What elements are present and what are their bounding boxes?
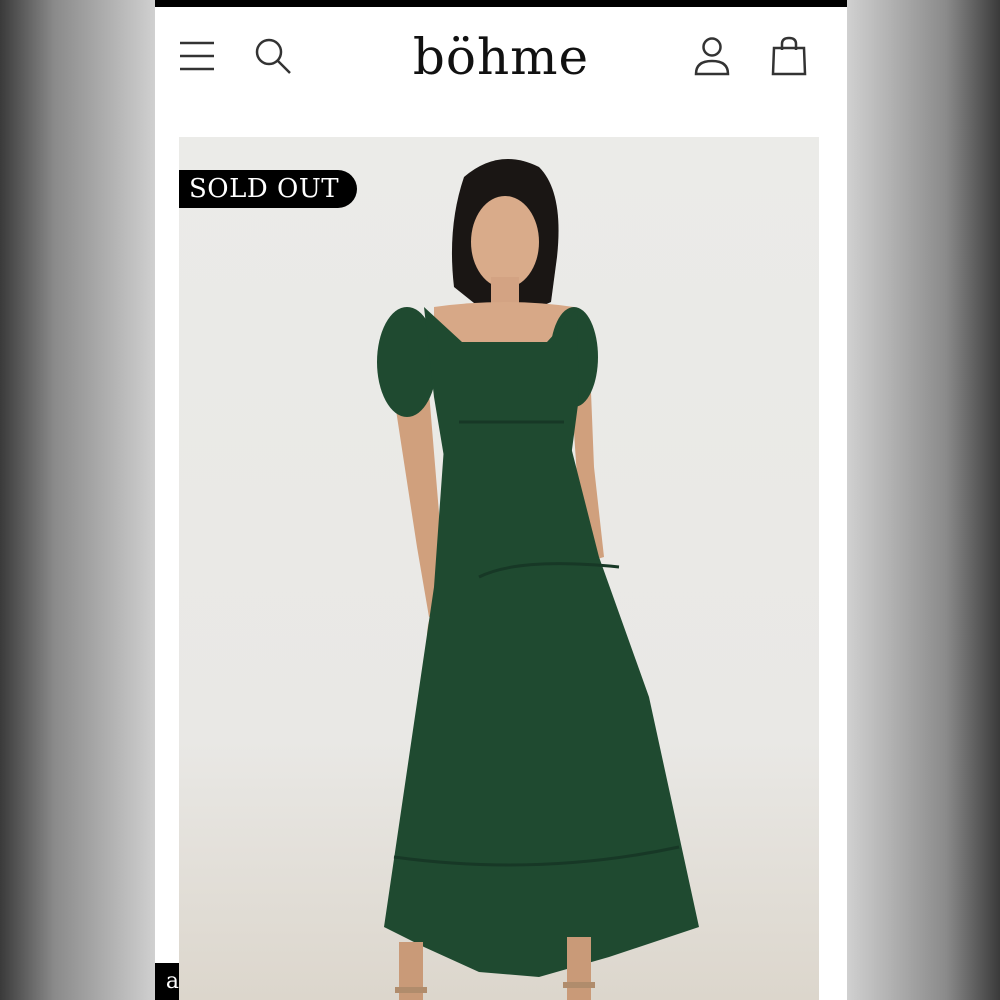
- account-button[interactable]: [690, 34, 734, 78]
- brand-logo[interactable]: böhme: [351, 27, 651, 87]
- product-image[interactable]: SOLD OUT: [179, 137, 819, 1000]
- cart-button[interactable]: [767, 34, 811, 78]
- background-left: [0, 0, 155, 1000]
- shopping-bag-icon: [771, 36, 807, 76]
- user-account-icon: [694, 37, 730, 76]
- hamburger-menu-icon: [180, 41, 214, 71]
- sold-out-badge: SOLD OUT: [179, 170, 358, 208]
- search-button[interactable]: [251, 34, 295, 78]
- status-strip: [155, 0, 847, 7]
- menu-button[interactable]: [175, 34, 219, 78]
- site-header: böhme: [155, 7, 847, 107]
- chat-widget-tab[interactable]: a: [155, 963, 179, 1000]
- phone-screen: böhme SOLD OUT a: [155, 0, 847, 1000]
- background-right: [847, 0, 1000, 1000]
- green-lace-midi-dress-photo: [377, 159, 699, 1000]
- search-icon: [255, 38, 291, 74]
